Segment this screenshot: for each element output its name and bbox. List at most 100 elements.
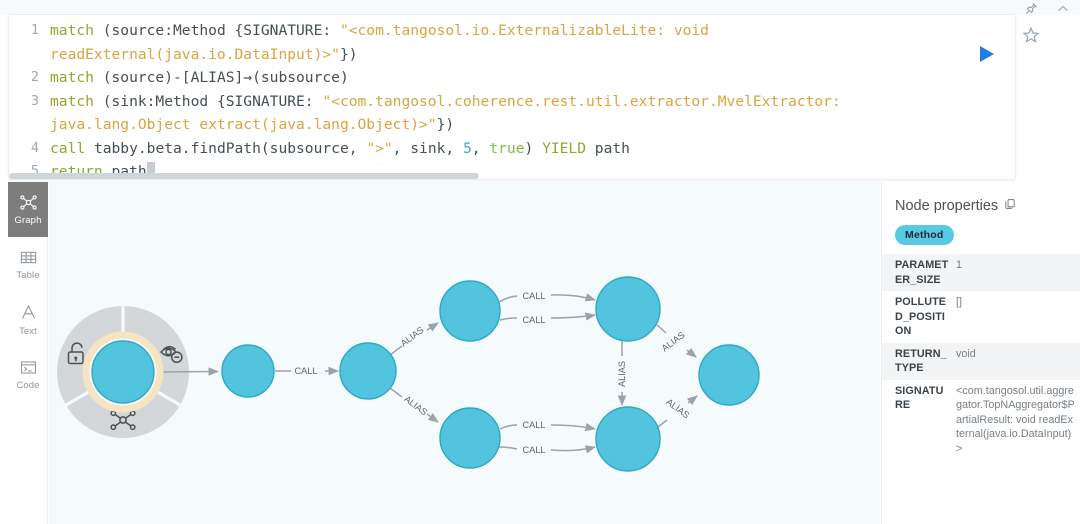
edge-label: ALIAS (664, 397, 691, 421)
scrollbar-thumb[interactable] (9, 173, 479, 179)
code-token: }) (436, 116, 455, 133)
property-row: SIGNATURE <com.tangosol.util.aggregator.T… (882, 380, 1080, 461)
edge-label: CALL (523, 420, 546, 430)
edge-label: CALL (523, 315, 546, 325)
edge[interactable] (389, 345, 403, 356)
edge[interactable] (685, 347, 697, 358)
node-label-row: Method (882, 214, 1080, 254)
code-token: (source)-[ALIAS]→(subsource) (102, 69, 349, 86)
edge-label: ALIAS (399, 325, 426, 349)
graph-node[interactable] (91, 340, 155, 404)
edge[interactable] (499, 424, 518, 430)
edge-label: ALIAS (617, 361, 627, 387)
cypher-code[interactable]: 1 match (source:Method {SIGNATURE: "<com.… (9, 19, 959, 179)
code-token: match (50, 69, 103, 86)
edge[interactable] (550, 293, 597, 302)
sidebar-item-label: Table (16, 270, 40, 281)
graph-node[interactable] (439, 280, 501, 342)
code-token: match (50, 92, 103, 110)
line-number: 4 (30, 139, 39, 156)
code-token: ) (524, 139, 543, 157)
pin-icon[interactable] (1024, 2, 1038, 16)
editor-horizontal-scrollbar[interactable] (9, 173, 1015, 179)
graph-svg[interactable]: CALL ALIAS ALIAS CALL CALL CALL CALL ALI… (49, 182, 880, 524)
code-line: 1 match (source:Method {SIGNATURE: "<com.… (9, 19, 959, 43)
line-number: 2 (30, 69, 39, 85)
edge[interactable] (426, 322, 439, 332)
code-line: . java.lang.Object extract(java.lang.Obje… (9, 113, 959, 137)
edge[interactable] (550, 422, 597, 432)
graph-node[interactable] (595, 276, 661, 342)
frame-titlebar (0, 0, 1080, 16)
property-row: RETURN_TYPE void (882, 342, 1080, 380)
code-token: call (50, 139, 94, 157)
edge[interactable] (550, 445, 597, 454)
edge[interactable] (389, 387, 403, 398)
sidebar-item-table[interactable]: Table (8, 237, 48, 292)
edge[interactable] (426, 413, 439, 423)
property-key: RETURN_TYPE (895, 347, 947, 375)
code-token: "<com.tangosol.coherence.rest.util.extra… (322, 92, 841, 110)
edge-label: CALL (295, 366, 318, 376)
edge[interactable] (499, 317, 518, 321)
sidebar-item-label: Graph (14, 215, 42, 226)
edge[interactable] (498, 295, 518, 303)
node-properties-panel: Node properties Method PARAMETER_SIZE 1 PO… (881, 182, 1080, 524)
graph-visualization[interactable]: CALL ALIAS ALIAS CALL CALL CALL CALL ALI… (49, 182, 880, 524)
code-token: }) (339, 45, 358, 63)
edge-label: CALL (523, 445, 546, 455)
graph-node[interactable] (339, 342, 397, 400)
code-line: 3 match (sink:Method {SIGNATURE: "<com.ta… (9, 90, 959, 114)
frame-actions (1024, 2, 1070, 16)
edge[interactable] (498, 446, 518, 450)
property-row: POLLUTED_POSITION [] (882, 291, 1080, 343)
sidebar-item-graph[interactable]: Graph (8, 182, 48, 237)
run-query-button[interactable] (975, 43, 997, 65)
code-token: java.lang.Object extract(java.lang.Objec… (50, 116, 437, 133)
properties-table: PARAMETER_SIZE 1 POLLUTED_POSITION [] RETURN… (882, 254, 1080, 460)
line-number: 1 (30, 22, 39, 38)
property-value: 1 (956, 259, 963, 271)
code-line: . readExternal(java.io.DataInput)>"}) (9, 43, 959, 67)
graph-node[interactable] (221, 344, 275, 398)
graph-node[interactable] (595, 406, 661, 472)
property-key: POLLUTED_POSITION (895, 296, 947, 337)
code-token: "<com.tangosol.io.ExternalizableLite: vo… (339, 22, 709, 39)
edge-label: ALIAS (660, 330, 687, 354)
code-token: tabby.beta.findPath(subsource, (93, 139, 367, 157)
code-line: 4 call tabby.beta.findPath(subsource, ">"… (9, 137, 959, 161)
line-number: . (9, 113, 39, 137)
code-line: 2 match (source)-[ALIAS]→(subsource) (9, 66, 959, 90)
code-token: (sink:Method {SIGNATURE: (102, 92, 323, 110)
sidebar-item-code[interactable]: Code (8, 347, 48, 402)
chevron-up-icon[interactable] (1056, 2, 1070, 16)
sidebar-item-text[interactable]: Text (8, 292, 48, 347)
code-token: (source:Method {SIGNATURE: (102, 22, 340, 39)
graph-node[interactable] (698, 344, 760, 406)
code-token: , (471, 139, 490, 157)
panel-title: Node properties (895, 198, 999, 214)
edge[interactable] (657, 419, 668, 428)
neo4j-browser-result-frame: 1 match (source:Method {SIGNATURE: "<com.… (0, 0, 1080, 524)
code-token: , sink, (392, 139, 463, 157)
sidebar-item-label: Text (19, 326, 37, 337)
favorite-star-icon[interactable] (1022, 26, 1040, 44)
code-token: readExternal(java.io.DataInput)>" (50, 45, 340, 63)
edge[interactable] (686, 395, 698, 406)
code-token: 5 (462, 139, 472, 157)
code-token: true (489, 139, 525, 157)
panel-title-row: Node properties (882, 182, 1080, 214)
cypher-editor[interactable]: 1 match (source:Method {SIGNATURE: "<com.… (8, 14, 1016, 180)
graph-node[interactable] (439, 407, 501, 469)
property-value: void (956, 347, 976, 360)
property-key: PARAMETER_SIZE (895, 259, 949, 286)
code-token: match (50, 22, 103, 39)
view-mode-rail: Graph Table Text Code (8, 182, 48, 524)
property-value: <com.tangosol.util.aggregator.TopNAggreg… (956, 384, 1075, 455)
edge[interactable] (550, 312, 597, 321)
node-label-badge[interactable]: Method (895, 225, 954, 245)
edge[interactable] (156, 367, 220, 376)
edge[interactable] (656, 324, 667, 334)
edge-label: CALL (523, 291, 546, 301)
copy-icon[interactable] (1004, 198, 1016, 214)
